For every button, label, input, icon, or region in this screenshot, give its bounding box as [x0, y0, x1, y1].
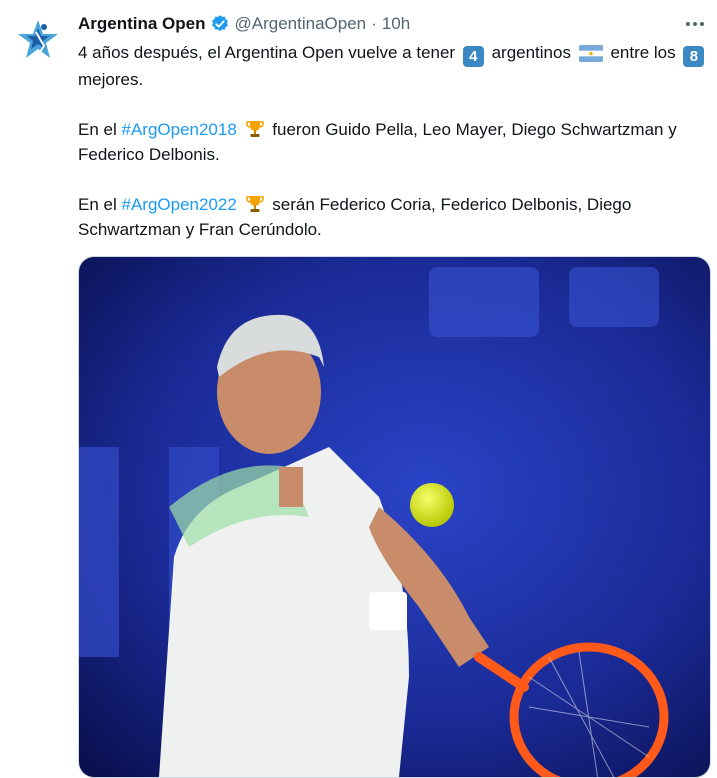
verified-badge-icon — [211, 15, 228, 32]
trophy-icon — [245, 121, 264, 137]
tennis-player-photo — [79, 257, 710, 777]
tweet[interactable]: Argentina Open @ArgentinaOpen · 10h 4 añ… — [0, 0, 717, 778]
text-segment: argentinos — [491, 43, 571, 62]
hashtag-argopen2022[interactable]: #ArgOpen2022 — [121, 195, 236, 214]
author-name[interactable]: Argentina Open — [78, 12, 206, 36]
tweet-header: Argentina Open @ArgentinaOpen · 10h — [78, 12, 708, 36]
paragraph-3: En el #ArgOpen2022 serán Federico Coria,… — [78, 192, 708, 242]
more-options-icon[interactable] — [683, 14, 707, 34]
text-segment: En el — [78, 120, 117, 139]
argentina-flag-icon — [578, 45, 603, 62]
tweet-text: 4 años después, el Argentina Open vuelve… — [78, 40, 708, 242]
timestamp[interactable]: 10h — [382, 12, 410, 36]
text-segment: 4 años después, el Argentina Open vuelve… — [78, 43, 456, 62]
paragraph-1: 4 años después, el Argentina Open vuelve… — [78, 40, 708, 92]
trophy-icon — [245, 196, 264, 212]
paragraph-2: En el #ArgOpen2018 fueron Guido Pella, L… — [78, 117, 708, 167]
star-logo-icon — [18, 20, 58, 58]
text-segment: entre los — [610, 43, 676, 62]
keycap-8-emoji: 8 — [683, 46, 705, 67]
text-segment: En el — [78, 195, 117, 214]
hashtag-argopen2018[interactable]: #ArgOpen2018 — [121, 120, 236, 139]
tweet-photo[interactable] — [78, 256, 711, 778]
keycap-4-emoji: 4 — [462, 46, 484, 67]
avatar[interactable] — [14, 16, 62, 64]
separator-dot: · — [371, 14, 377, 33]
tweet-content: Argentina Open @ArgentinaOpen · 10h 4 añ… — [78, 12, 708, 242]
author-handle[interactable]: @ArgentinaOpen — [235, 12, 367, 36]
text-segment: mejores. — [78, 70, 144, 89]
